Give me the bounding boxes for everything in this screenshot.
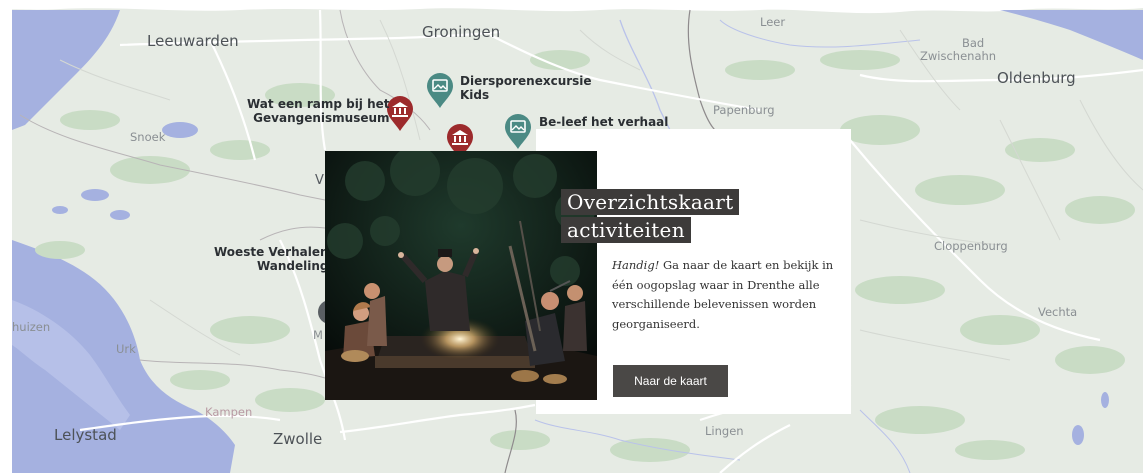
city-label: Groningen — [422, 23, 501, 41]
pin-label[interactable]: Be-leef het verhaal — [539, 115, 668, 129]
city-label: Urk — [116, 342, 136, 356]
city-label: Lelystad — [54, 426, 117, 444]
city-label: Snoek — [130, 130, 166, 144]
city-label: Zwolle — [273, 430, 323, 448]
city-label: Lingen — [705, 424, 744, 438]
city-label: Leer — [760, 15, 786, 29]
city-label: Papenburg — [713, 103, 775, 117]
city-label: Oldenburg — [997, 69, 1076, 87]
city-label: Leeuwarden — [147, 32, 239, 50]
city-label: huizen — [12, 320, 51, 334]
pin-label[interactable]: Diersporenexcursie Kids — [460, 74, 592, 102]
city-label: Kampen — [205, 405, 253, 419]
map-pin-diersporenexcursie[interactable] — [425, 73, 455, 109]
storytelling-photo — [325, 151, 597, 400]
map-pin-beleef-het-verhaal[interactable] — [503, 114, 533, 150]
city-label: Zwischenahn — [920, 49, 997, 63]
city-label: M — [313, 328, 323, 342]
open-map-button[interactable]: Naar de kaart — [613, 365, 728, 397]
card-description: Handig! Ga naar de kaart en bekijk in éé… — [612, 258, 834, 331]
city-label: Cloppenburg — [934, 239, 1008, 253]
card-title: Overzichtskaart activiteiten — [561, 189, 740, 245]
city-label: V — [315, 173, 324, 188]
city-label: Bad — [962, 36, 985, 50]
pin-label[interactable]: Wat een ramp bij het Gevangenismuseum — [247, 97, 390, 125]
city-label: Vechta — [1038, 305, 1078, 319]
map-label-woeste-verhalen[interactable]: Woeste Verhalen Wandeling — [214, 245, 329, 273]
